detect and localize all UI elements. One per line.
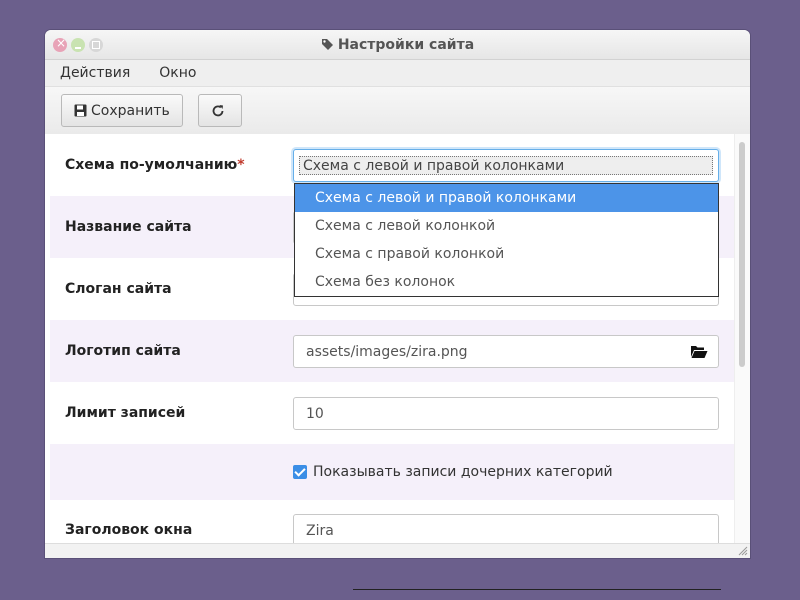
limit-input-value: 10	[306, 405, 324, 422]
checkbox-checked-icon[interactable]	[293, 465, 307, 479]
limit-input[interactable]: 10	[293, 397, 719, 430]
logo-label: Логотип сайта	[65, 343, 181, 359]
settings-window: Настройки сайта Действия Окно Сохранить …	[45, 30, 750, 558]
show-children-label: Показывать записи дочерних категорий	[313, 464, 613, 480]
site-name-label: Название сайта	[65, 219, 192, 235]
toolbar: Сохранить	[45, 87, 750, 135]
window-title: Настройки сайта	[45, 37, 750, 53]
window-title-text: Настройки сайта	[337, 37, 475, 53]
dropdown-option[interactable]: Схема без колонок	[295, 268, 718, 296]
dropdown-option[interactable]: Схема с левой и правой колонками	[295, 184, 718, 212]
layout-select[interactable]: Схема с левой и правой колонками	[293, 149, 719, 182]
required-marker: *	[237, 157, 245, 173]
layout-label: Схема по-умолчанию*	[65, 157, 245, 173]
refresh-icon	[212, 104, 224, 116]
layout-dropdown-list: Схема с левой и правой колонками Схема с…	[294, 183, 719, 297]
window-title-input[interactable]: Zira	[293, 514, 719, 543]
tag-icon	[321, 39, 333, 50]
row-show-children: Показывать записи дочерних категорий	[50, 444, 734, 500]
window-title-input-value: Zira	[306, 522, 334, 539]
row-logo: Логотип сайта assets/images/zira.png	[50, 320, 734, 382]
scrollbar-thumb[interactable]	[739, 142, 745, 367]
dropdown-option[interactable]: Схема с правой колонкой	[295, 240, 718, 268]
row-window-title: Заголовок окна Zira	[50, 500, 734, 543]
dropdown-option[interactable]: Схема с левой колонкой	[295, 212, 718, 240]
desktop-divider	[353, 589, 721, 590]
logo-input-value: assets/images/zira.png	[306, 343, 468, 360]
logo-input[interactable]: assets/images/zira.png	[293, 335, 719, 368]
layout-select-value: Схема с левой и правой колонками	[299, 156, 713, 175]
title-bar[interactable]: Настройки сайта	[45, 30, 750, 60]
show-children-checkbox[interactable]: Показывать записи дочерних категорий	[293, 464, 613, 480]
slogan-label: Слоган сайта	[65, 281, 172, 297]
save-button[interactable]: Сохранить	[61, 94, 183, 127]
menu-actions[interactable]: Действия	[60, 65, 130, 81]
refresh-button[interactable]	[197, 94, 242, 127]
menu-window[interactable]: Окно	[159, 65, 196, 81]
menu-bar: Действия Окно	[45, 60, 750, 87]
row-limit: Лимит записей 10	[50, 382, 734, 444]
save-icon	[74, 104, 87, 117]
status-bar	[45, 543, 750, 558]
vertical-scrollbar[interactable]	[734, 134, 750, 543]
layout-label-text: Схема по-умолчанию	[65, 157, 238, 173]
save-button-label: Сохранить	[91, 102, 170, 119]
limit-label: Лимит записей	[65, 405, 186, 421]
folder-open-icon[interactable]	[690, 344, 708, 359]
window-title-label: Заголовок окна	[65, 522, 193, 538]
resize-grip-icon[interactable]	[738, 546, 748, 556]
